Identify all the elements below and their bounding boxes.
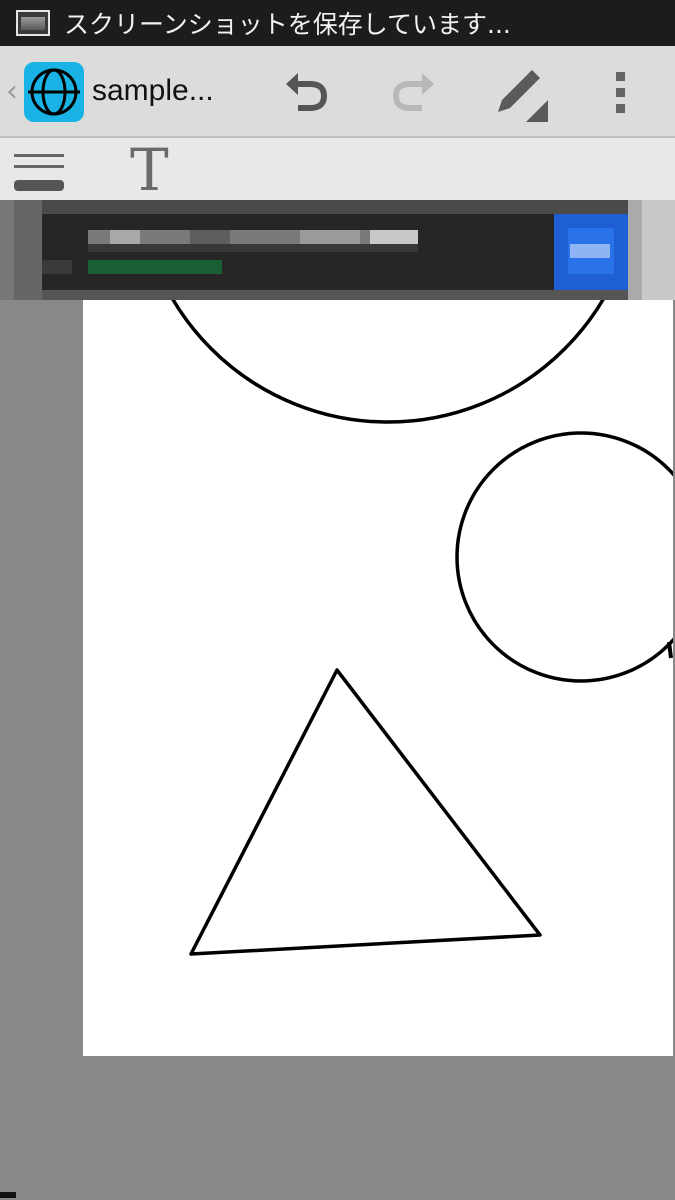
app-logo-icon[interactable]	[24, 62, 84, 122]
pencil-icon	[498, 70, 548, 122]
triangle-shape[interactable]	[189, 668, 542, 956]
action-bar: ‹ sample...	[0, 46, 675, 138]
hamburger-menu-icon[interactable]	[14, 154, 64, 194]
small-circle-shape[interactable]	[455, 431, 673, 683]
pen-button[interactable]	[490, 64, 548, 122]
redo-button[interactable]	[384, 64, 440, 120]
tool-strip: T	[0, 138, 675, 202]
text-tool-button[interactable]: T	[130, 138, 169, 202]
corner-mark	[0, 1192, 16, 1198]
document-title[interactable]: sample...	[92, 74, 214, 108]
pixelated-notification	[0, 200, 675, 300]
undo-button[interactable]	[280, 64, 336, 120]
status-bar: スクリーンショットを保存しています...	[0, 0, 675, 46]
drawing-canvas[interactable]	[83, 202, 673, 1056]
undo-icon	[286, 73, 328, 111]
screenshot-icon	[16, 10, 50, 36]
overflow-button[interactable]	[600, 64, 644, 120]
chevron-left-icon[interactable]: ‹	[6, 74, 18, 109]
circle-edge-mark	[667, 641, 673, 659]
overflow-menu-icon	[616, 72, 625, 113]
redo-icon	[392, 73, 434, 111]
status-text: スクリーンショットを保存しています...	[64, 10, 511, 39]
